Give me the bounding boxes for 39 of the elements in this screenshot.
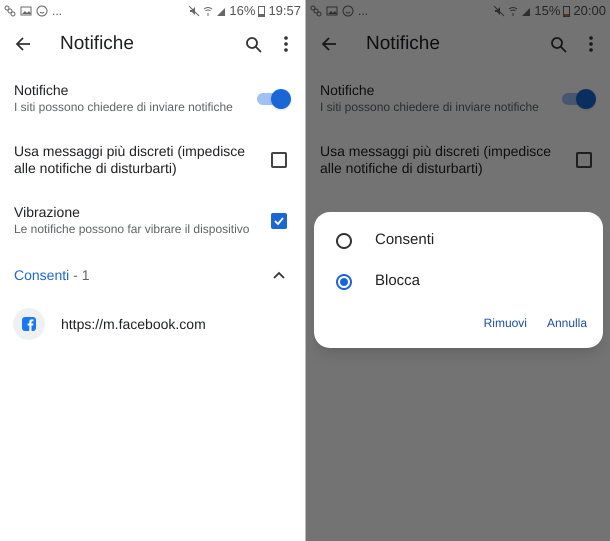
setting-title: Notifiche <box>14 82 70 99</box>
wifi-icon <box>203 5 214 17</box>
wifi-icon <box>508 5 518 17</box>
image-icon <box>326 5 338 17</box>
setting-title: Vibrazione <box>14 204 81 221</box>
site-row[interactable]: https://m.facebook.com <box>0 299 305 349</box>
dialog-button[interactable]: Annulla <box>546 314 587 332</box>
dialog-button[interactable]: Rimuovi <box>484 314 527 332</box>
search-button[interactable] <box>243 34 263 54</box>
setting-title: Notifiche <box>320 82 376 99</box>
battery-percent: 16% <box>229 2 256 20</box>
more-notifications: ... <box>358 3 368 20</box>
more-notifications: ... <box>52 3 62 20</box>
checkbox[interactable] <box>271 152 287 168</box>
setting-description: I siti possono chiedere di inviare notifiche <box>14 99 234 115</box>
site-icon <box>13 308 45 340</box>
battery-icon <box>563 5 570 17</box>
clock-time: 19:57 <box>268 2 301 20</box>
section-header[interactable]: Consenti - 1 <box>14 264 90 286</box>
setting-title: Usa messaggi più discreti (impedisce alle notifiche di disturbarti) <box>14 142 246 176</box>
setting-description: Le notifiche possono far vibrare il dispositivo <box>14 221 250 237</box>
more-options-button[interactable] <box>281 34 291 54</box>
battery-percent: 15% <box>534 2 560 20</box>
radio-option[interactable]: Consenti <box>314 220 603 261</box>
smiley-icon <box>342 5 354 17</box>
checkbox[interactable] <box>271 212 287 228</box>
muted-icon <box>493 5 506 17</box>
checkbox[interactable] <box>576 152 592 168</box>
smiley-icon <box>36 5 48 17</box>
clock-time: 20:00 <box>573 2 606 20</box>
image-icon <box>20 5 32 17</box>
setting-title: Usa messaggi più discreti (impedisce alle notifiche di disturbarti) <box>320 142 552 176</box>
setting-description: I siti possono chiedere di inviare notifiche <box>320 99 540 115</box>
battery-icon <box>258 5 266 17</box>
screen-title: Notifiche <box>366 32 440 56</box>
muted-icon <box>188 5 200 17</box>
check-icon <box>273 214 285 226</box>
screen-title: Notifiche <box>60 32 134 56</box>
radio-option[interactable]: Blocca <box>314 261 603 302</box>
